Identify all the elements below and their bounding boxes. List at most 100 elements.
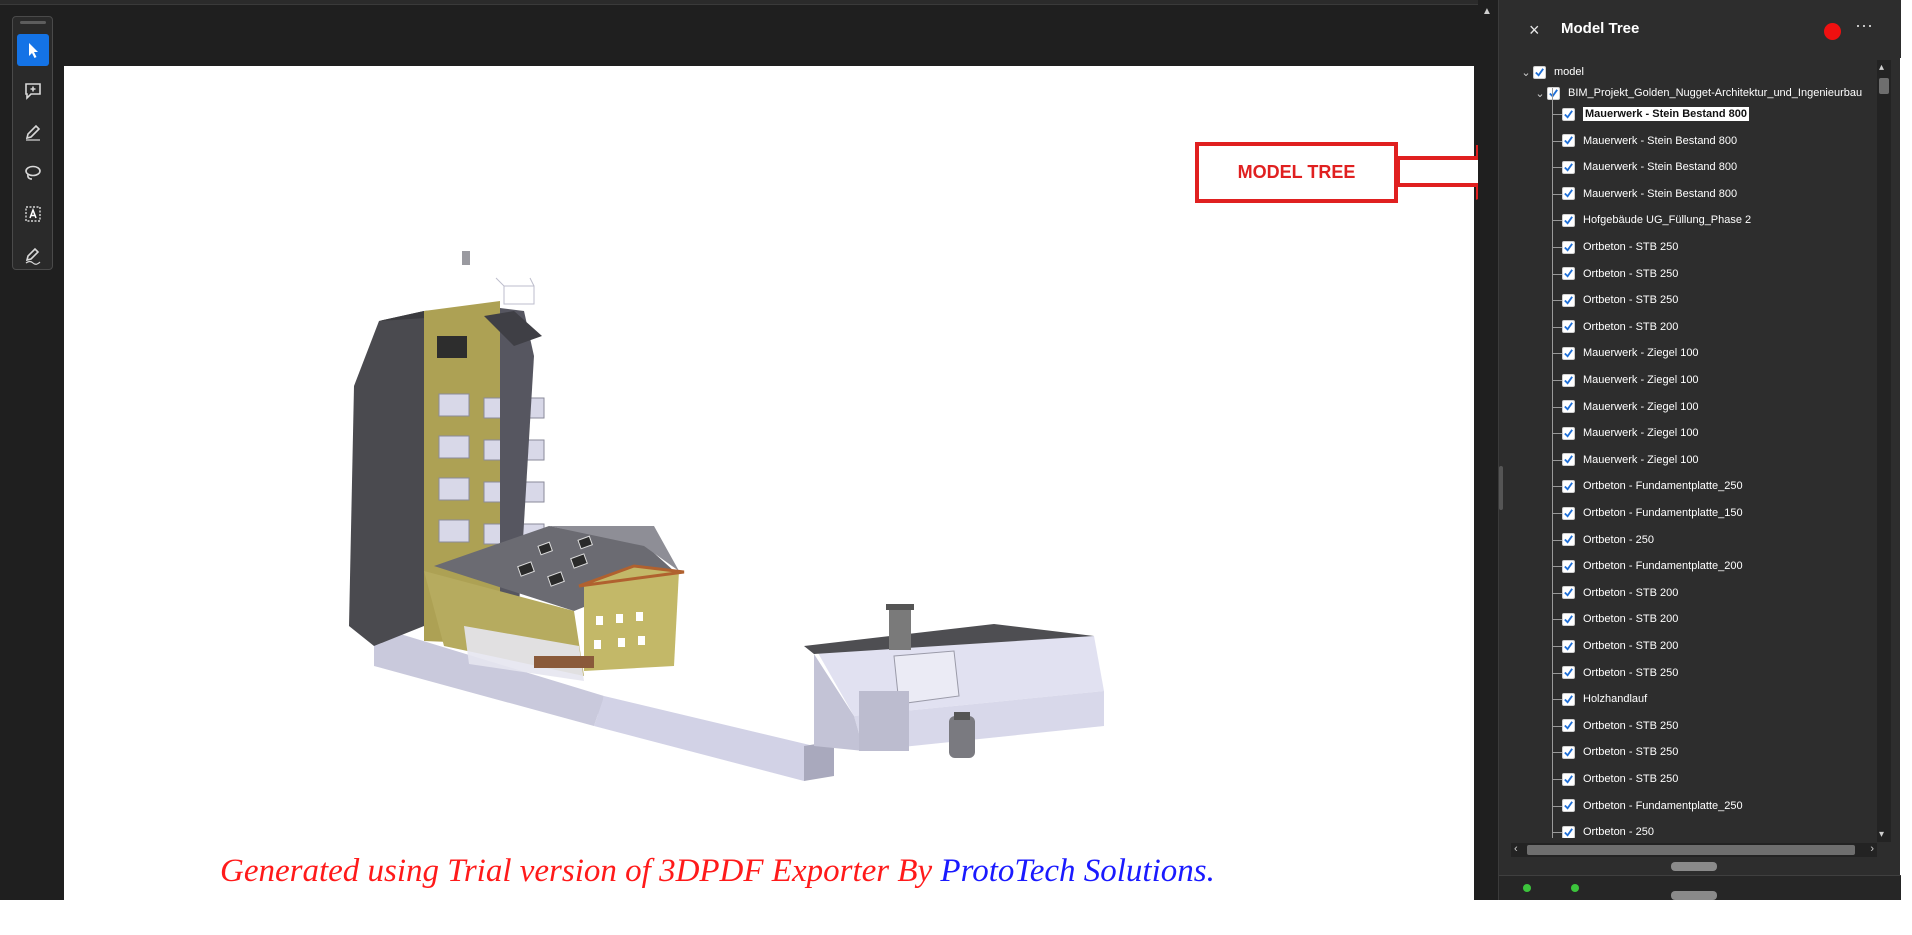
node-checkbox[interactable] <box>1562 799 1575 813</box>
tree-guide-branch <box>1552 193 1562 195</box>
chevron-down-icon[interactable]: ⌄ <box>1533 87 1547 100</box>
tree-node-item[interactable]: Ortbeton - STB 250 <box>1562 262 1678 286</box>
tree-node-item[interactable]: Ortbeton - Fundamentplatte_250 <box>1562 794 1743 818</box>
highlight-button[interactable] <box>17 116 49 148</box>
3d-building-model[interactable] <box>334 226 1114 806</box>
node-checkbox[interactable] <box>1562 240 1575 254</box>
node-checkbox[interactable] <box>1562 772 1575 786</box>
draw-button[interactable] <box>17 157 49 189</box>
check-icon <box>1564 349 1573 358</box>
tree-node-item[interactable]: Mauerwerk - Stein Bestand 800 <box>1562 182 1737 206</box>
tree-guide-branch <box>1552 725 1562 727</box>
document-scrollbar[interactable]: ▲ <box>1478 0 1498 900</box>
tree-node-item[interactable]: Mauerwerk - Ziegel 100 <box>1562 368 1699 392</box>
node-checkbox[interactable] <box>1562 400 1575 414</box>
node-checkbox[interactable] <box>1562 533 1575 547</box>
tree-node-item[interactable]: Mauerwerk - Ziegel 100 <box>1562 341 1699 365</box>
check-icon <box>1564 109 1573 119</box>
record-indicator-icon[interactable] <box>1824 23 1841 40</box>
tree-guide-branch <box>1552 513 1562 514</box>
text-select-button[interactable] <box>17 198 49 230</box>
scroll-thumb[interactable] <box>1527 845 1855 855</box>
tree-node-item[interactable]: Mauerwerk - Ziegel 100 <box>1562 395 1699 419</box>
node-checkbox[interactable] <box>1562 719 1575 733</box>
tree-node-item[interactable]: Ortbeton - STB 250 <box>1562 714 1678 738</box>
node-checkbox[interactable] <box>1547 86 1560 100</box>
node-checkbox[interactable] <box>1562 187 1575 201</box>
tree-node-item[interactable]: Mauerwerk - Ziegel 100 <box>1562 421 1699 445</box>
tree-node-label: Ortbeton - STB 200 <box>1583 640 1679 652</box>
node-checkbox[interactable] <box>1562 373 1575 387</box>
model-tree: ⌄ model ⌄ BIM_Projekt_Golden_Nugget-Arch… <box>1511 58 1875 838</box>
node-checkbox[interactable] <box>1533 65 1546 79</box>
node-checkbox[interactable] <box>1562 160 1575 174</box>
tree-vertical-scrollbar[interactable]: ▴ ▾ <box>1877 60 1891 842</box>
tree-node-item[interactable]: Ortbeton - Fundamentplatte_200 <box>1562 554 1743 578</box>
node-checkbox[interactable] <box>1562 293 1575 307</box>
select-tool-button[interactable] <box>17 34 49 66</box>
node-checkbox[interactable] <box>1562 453 1575 467</box>
tree-horizontal-scrollbar[interactable]: ‹ › <box>1511 843 1877 857</box>
scroll-up-icon[interactable]: ▴ <box>1879 62 1884 73</box>
tree-guide-branch <box>1552 459 1562 461</box>
pane-splitter[interactable] <box>1671 862 1717 871</box>
check-icon <box>1564 162 1573 172</box>
tree-node-item[interactable]: Mauerwerk - Ziegel 100 <box>1562 448 1699 472</box>
node-checkbox[interactable] <box>1562 426 1575 440</box>
more-options-button[interactable]: ⋯ <box>1855 16 1874 37</box>
scroll-right-icon[interactable]: › <box>1870 843 1874 855</box>
node-checkbox[interactable] <box>1562 506 1575 520</box>
node-checkbox[interactable] <box>1562 479 1575 493</box>
toolbar-grip[interactable] <box>20 21 46 24</box>
node-checkbox[interactable] <box>1562 134 1575 148</box>
tree-node-item[interactable]: Ortbeton - STB 200 <box>1562 607 1678 631</box>
scroll-down-icon[interactable]: ▾ <box>1879 829 1884 840</box>
node-checkbox[interactable] <box>1562 267 1575 281</box>
tree-guide-branch <box>1552 326 1562 328</box>
node-checkbox[interactable] <box>1562 612 1575 626</box>
scroll-left-icon[interactable]: ‹ <box>1514 843 1518 855</box>
node-checkbox[interactable] <box>1562 639 1575 653</box>
tree-node-item[interactable]: Ortbeton - STB 250 <box>1562 661 1678 685</box>
node-checkbox[interactable] <box>1562 107 1575 121</box>
tree-node-item[interactable]: Ortbeton - STB 200 <box>1562 581 1678 605</box>
tree-node-item[interactable]: Ortbeton - 250 <box>1562 820 1654 838</box>
tree-node-item[interactable]: Ortbeton - Fundamentplatte_250 <box>1562 474 1743 498</box>
tree-node-label: Ortbeton - STB 200 <box>1583 586 1679 599</box>
tree-node-item[interactable]: Hofgebäude UG_Füllung_Phase 2 <box>1562 208 1751 232</box>
tree-node-item[interactable]: Mauerwerk - Stein Bestand 800 <box>1562 155 1737 179</box>
chevron-down-icon[interactable]: ⌄ <box>1519 66 1533 79</box>
tree-node-item[interactable]: Ortbeton - STB 200 <box>1562 634 1678 658</box>
tree-node-item[interactable]: Ortbeton - STB 200 <box>1562 315 1678 339</box>
tree-node-item[interactable]: Ortbeton - 250 <box>1562 528 1654 552</box>
node-checkbox[interactable] <box>1562 559 1575 573</box>
pane-splitter[interactable] <box>1671 891 1717 900</box>
tree-node-label: Holzhandlauf <box>1583 693 1648 706</box>
node-checkbox[interactable] <box>1562 586 1575 600</box>
node-checkbox[interactable] <box>1562 825 1575 838</box>
tree-guide-branch <box>1552 167 1562 169</box>
node-checkbox[interactable] <box>1562 213 1575 227</box>
panel-resize-handle[interactable] <box>1499 466 1503 510</box>
tree-node-item[interactable]: Ortbeton - STB 250 <box>1562 235 1678 259</box>
node-checkbox[interactable] <box>1562 745 1575 759</box>
sign-button[interactable] <box>17 239 49 271</box>
node-checkbox[interactable] <box>1562 320 1575 334</box>
quick-tools-toolbar <box>12 16 53 270</box>
tree-node-item[interactable]: Mauerwerk - Stein Bestand 800 <box>1562 102 1750 126</box>
scroll-up-icon[interactable]: ▲ <box>1482 6 1492 17</box>
tree-node-item[interactable]: Mauerwerk - Stein Bestand 800 <box>1562 129 1737 153</box>
tree-node-item[interactable]: Holzhandlauf <box>1562 687 1647 711</box>
node-checkbox[interactable] <box>1562 346 1575 360</box>
add-comment-button[interactable] <box>17 75 49 107</box>
tree-node-label: Ortbeton - 250 <box>1583 533 1654 546</box>
tree-node-item[interactable]: Ortbeton - STB 250 <box>1562 767 1678 791</box>
scroll-thumb[interactable] <box>1879 78 1889 94</box>
close-panel-button[interactable]: × <box>1529 20 1540 41</box>
tree-node-item[interactable]: Ortbeton - STB 250 <box>1562 288 1678 312</box>
node-checkbox[interactable] <box>1562 692 1575 706</box>
node-checkbox[interactable] <box>1562 666 1575 680</box>
tree-node-item[interactable]: Ortbeton - STB 250 <box>1562 740 1678 764</box>
watermark-red-text: Generated using Trial version of 3DPDF E… <box>220 853 941 889</box>
tree-node-item[interactable]: Ortbeton - Fundamentplatte_150 <box>1562 501 1743 525</box>
